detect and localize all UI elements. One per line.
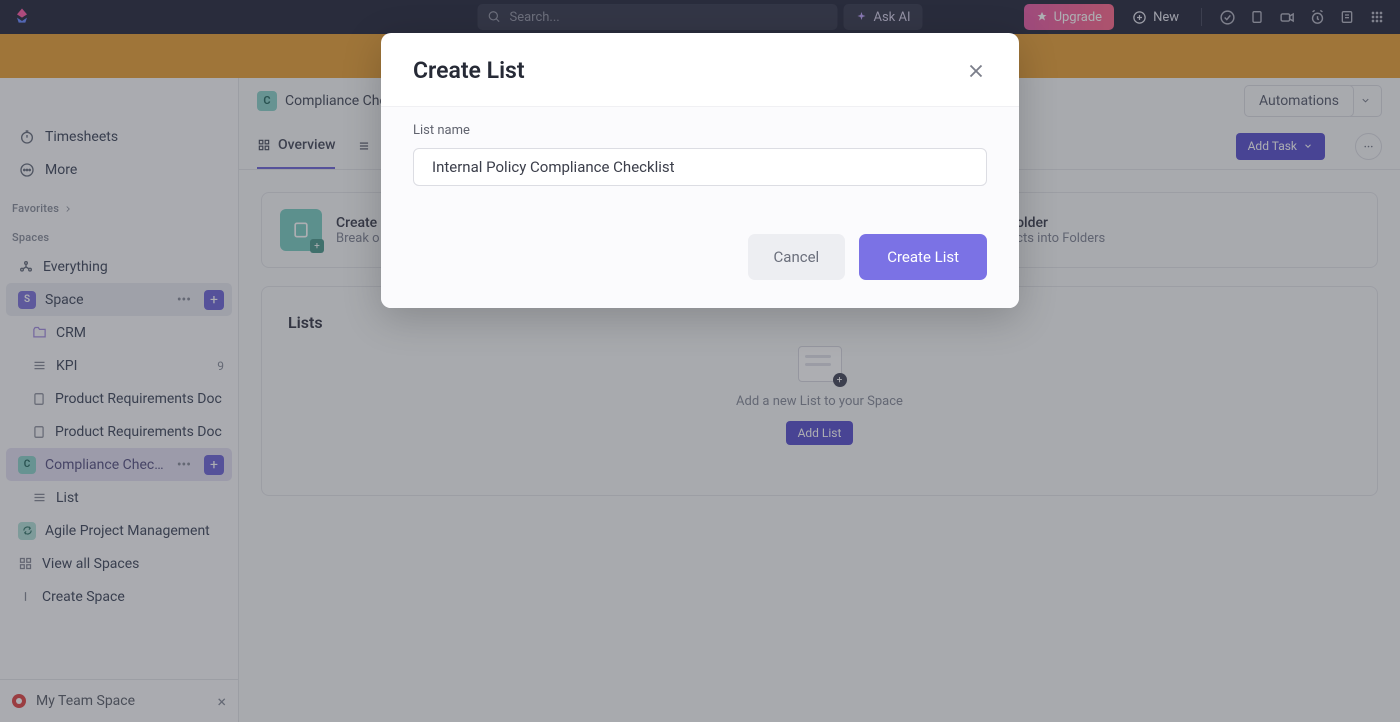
cancel-button[interactable]: Cancel bbox=[748, 234, 846, 280]
close-icon bbox=[965, 60, 987, 82]
create-list-submit-button[interactable]: Create List bbox=[859, 234, 987, 280]
list-name-label: List name bbox=[413, 123, 987, 138]
modal-close-button[interactable] bbox=[965, 60, 987, 82]
create-list-modal: Create List List name Cancel Create List bbox=[381, 33, 1019, 308]
list-name-input[interactable] bbox=[413, 148, 987, 186]
modal-title: Create List bbox=[413, 57, 525, 84]
modal-overlay[interactable]: Create List List name Cancel Create List bbox=[0, 0, 1400, 722]
